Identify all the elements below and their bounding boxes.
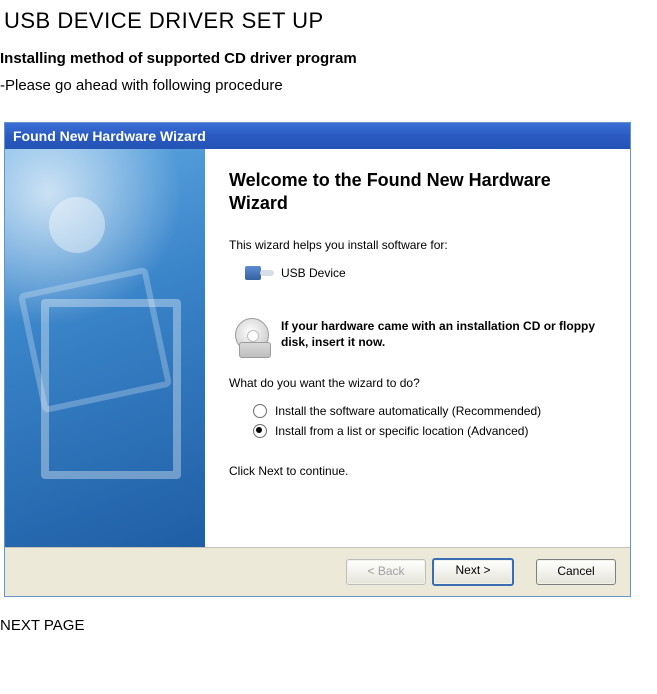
window-title: Found New Hardware Wizard	[13, 128, 206, 144]
next-page-label: NEXT PAGE	[0, 617, 657, 634]
instruction-text: -Please go ahead with following procedur…	[0, 77, 657, 94]
radio-label: Install the software automatically (Reco…	[275, 404, 541, 418]
radio-option-automatic[interactable]: Install the software automatically (Reco…	[253, 404, 612, 418]
wizard-window: Found New Hardware Wizard Welcome to the…	[4, 122, 631, 597]
window-titlebar[interactable]: Found New Hardware Wizard	[5, 123, 630, 149]
cd-icon	[235, 318, 271, 354]
device-name: USB Device	[281, 266, 346, 280]
wizard-button-bar: < Back Next > Cancel	[5, 547, 630, 596]
radio-icon[interactable]	[253, 404, 267, 418]
cd-hint-row: If your hardware came with an installati…	[235, 318, 612, 354]
graphic-circle	[49, 197, 105, 253]
page-title: USB DEVICE DRIVER SET UP	[4, 8, 657, 34]
wizard-main-pane: Welcome to the Found New Hardware Wizard…	[205, 149, 630, 547]
document-page: USB DEVICE DRIVER SET UP Installing meth…	[0, 0, 657, 646]
radio-group: Install the software automatically (Reco…	[253, 404, 612, 438]
wizard-content: Welcome to the Found New Hardware Wizard…	[5, 149, 630, 547]
cancel-button[interactable]: Cancel	[536, 559, 616, 585]
radio-label: Install from a list or specific location…	[275, 424, 528, 438]
graphic-glow	[5, 149, 205, 349]
back-button: < Back	[346, 559, 426, 585]
next-button[interactable]: Next >	[432, 558, 514, 586]
wizard-heading: Welcome to the Found New Hardware Wizard	[229, 169, 612, 216]
wizard-question: What do you want the wizard to do?	[229, 376, 612, 390]
click-next-text: Click Next to continue.	[229, 464, 612, 478]
wizard-side-graphic	[5, 149, 205, 547]
radio-icon[interactable]	[253, 424, 267, 438]
cd-hint-text: If your hardware came with an installati…	[281, 318, 612, 350]
wizard-intro-text: This wizard helps you install software f…	[229, 238, 612, 252]
usb-connector-icon	[245, 264, 273, 282]
section-subheading: Installing method of supported CD driver…	[0, 50, 657, 67]
radio-option-advanced[interactable]: Install from a list or specific location…	[253, 424, 612, 438]
device-row: USB Device	[245, 264, 612, 282]
